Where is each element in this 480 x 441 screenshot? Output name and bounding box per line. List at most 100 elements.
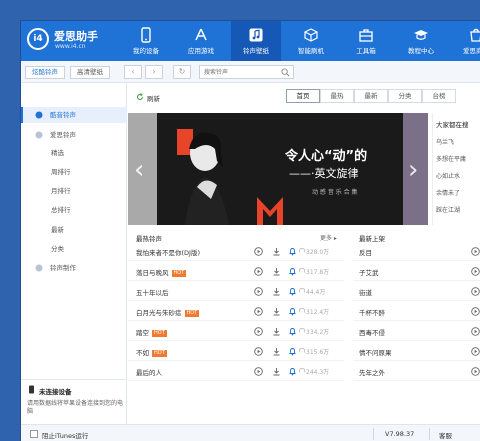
download-icon[interactable] (272, 267, 281, 276)
play-icon[interactable] (471, 267, 480, 276)
hot-ringtone-row[interactable]: 白月光与朱砂痣 HOT 312.4万 (128, 303, 344, 321)
set-ringtone-icon[interactable] (288, 327, 297, 336)
new-ringtone-row[interactable]: 街道 (353, 283, 480, 301)
download-icon[interactable] (272, 307, 281, 316)
set-ringtone-icon[interactable] (288, 247, 297, 256)
download-icon[interactable] (272, 287, 281, 296)
nav-shop[interactable]: 爱思商城 (451, 21, 480, 61)
filter-tab-newest[interactable]: 最新 (354, 89, 388, 103)
play-icon[interactable] (471, 307, 480, 316)
play-icon[interactable] (254, 287, 263, 296)
filter-tab-hottest[interactable]: 最热 (320, 89, 354, 103)
sidebar-item-featured[interactable]: 精选 (21, 145, 127, 161)
sidebar-item-weekly[interactable]: 周排行 (21, 164, 127, 180)
hot-ringtone-row[interactable]: 五十年以后 44.4万 (128, 283, 344, 301)
hot-ringtone-row[interactable]: 踏空 HOT 334.2万 (128, 323, 344, 341)
back-button[interactable]: ‹ (124, 65, 142, 79)
download-icon[interactable] (272, 327, 281, 336)
hot-search-item[interactable]: 多想在平庸 (436, 154, 466, 163)
customer-service-link[interactable]: 客服 (439, 430, 452, 440)
hot-search-item[interactable]: 余情未了 (436, 188, 460, 197)
bell-icon (35, 111, 43, 119)
hot-ringtone-row[interactable]: 我怕来者不是你(DJ版) 328.0万 (128, 243, 344, 261)
set-ringtone-icon[interactable] (288, 367, 297, 376)
block-itunes-checkbox[interactable] (30, 430, 38, 438)
sidebar-item-categories[interactable]: 分类 (21, 241, 127, 257)
tab-ringtones[interactable]: 炫酷铃声 (25, 66, 65, 79)
ringtone-name: 我怕来者不是你(DJ版) (136, 249, 200, 257)
block-itunes-label: 阻止iTunes运行 (42, 432, 89, 440)
ringtone-name: 白月光与朱砂痣 (136, 309, 182, 317)
banner-next-arrow-icon[interactable]: › (408, 155, 418, 185)
ringtone-title: 最后的人 (136, 367, 162, 377)
filter-tab-charts[interactable]: 台榜 (422, 89, 456, 103)
hot-search-item[interactable]: 踩在江湖 (436, 205, 460, 214)
sidebar-item-label: 总排行 (51, 206, 71, 214)
sidebar-item-label: 酷音铃声 (50, 111, 76, 119)
new-ringtone-row[interactable]: 千杯不醉 (353, 303, 480, 321)
nav-my-device[interactable]: 我的设备 (121, 21, 171, 61)
download-icon[interactable] (272, 367, 281, 376)
sidebar-item-i4-ringtones[interactable]: 爱思铃声 (21, 127, 127, 143)
set-ringtone-icon[interactable] (288, 287, 297, 296)
sidebar-item-ringtone-maker[interactable]: 铃声制作 (21, 260, 127, 276)
forward-button[interactable]: › (145, 65, 163, 79)
hot-ringtone-row[interactable]: 落日与晚风 HOT 317.8万 (128, 263, 344, 281)
play-icon[interactable] (254, 327, 263, 336)
nav-label: 教程中心 (408, 47, 434, 55)
play-icon[interactable] (471, 367, 480, 376)
search-icon[interactable] (281, 68, 290, 77)
nav-smart-flash[interactable]: 智能刷机 (286, 21, 336, 61)
sidebar-item-overall[interactable]: 总排行 (21, 202, 127, 218)
search-input[interactable] (200, 66, 278, 78)
play-icon[interactable] (471, 347, 480, 356)
nav-label: 工具箱 (356, 47, 376, 55)
set-ringtone-icon[interactable] (288, 267, 297, 276)
sidebar-item-kuyin[interactable]: 酷音铃声 (21, 107, 127, 123)
tab-wallpapers[interactable]: 高清壁纸 (70, 66, 110, 79)
sidebar-item-latest[interactable]: 最新 (21, 222, 127, 238)
reload-button[interactable]: ↻ (173, 65, 191, 79)
top-header: i4 爱思助手 www.i4.cn 我的设备 应用游戏 铃声壁纸 智能刷机 工具… (21, 21, 480, 61)
more-label: 更多 (320, 235, 333, 242)
new-ringtone-row[interactable]: 西毒不侵 (353, 323, 480, 341)
hot-search-item[interactable]: 乌兰飞 (436, 137, 454, 146)
hot-search-item[interactable]: 心如止水 (436, 171, 460, 180)
play-icon[interactable] (254, 347, 263, 356)
download-icon[interactable] (272, 347, 281, 356)
play-count: 315.6万 (306, 349, 330, 356)
play-icon[interactable] (471, 287, 480, 296)
refresh-button[interactable]: 刷新 (136, 93, 160, 103)
new-ringtone-row[interactable]: 子艾武 (353, 263, 480, 281)
brand-url: www.i4.cn (55, 43, 86, 50)
hot-ringtone-row[interactable]: 最后的人 244.3万 (128, 363, 344, 381)
filter-tab-home[interactable]: 首页 (286, 89, 320, 103)
new-ringtone-row[interactable]: 情不问原果 (353, 343, 480, 361)
play-icon[interactable] (254, 307, 263, 316)
banner-m-logo (257, 197, 283, 225)
play-icon[interactable] (471, 247, 480, 256)
ringtone-title: 不如 HOT (136, 347, 167, 357)
nav-apps-games[interactable]: 应用游戏 (176, 21, 226, 61)
download-icon[interactable] (272, 247, 281, 256)
play-icon[interactable] (254, 267, 263, 276)
more-link[interactable]: 更多 ▸ (320, 233, 337, 242)
ringtone-name: 情不问原果 (359, 349, 392, 357)
set-ringtone-icon[interactable] (288, 347, 297, 356)
banner-prev-arrow-icon[interactable]: ‹ (134, 155, 144, 185)
nav-toolbox[interactable]: 工具箱 (341, 21, 391, 61)
new-ringtone-row[interactable]: 先年之外 (353, 363, 480, 381)
nav-ringtones-wallpapers[interactable]: 铃声壁纸 (231, 21, 281, 61)
play-icon[interactable] (254, 247, 263, 256)
play-icon[interactable] (254, 367, 263, 376)
ringtone-name: 西毒不侵 (359, 329, 385, 337)
sidebar-item-monthly[interactable]: 月排行 (21, 183, 127, 199)
nav-tutorials[interactable]: 教程中心 (396, 21, 446, 61)
set-ringtone-icon[interactable] (288, 307, 297, 316)
promo-banner[interactable]: 令人心“动”的 ——·英文旋律 动 感 音 乐 合 集 ‹ › (128, 113, 428, 225)
filter-tab-categories[interactable]: 分类 (388, 89, 422, 103)
status-divider (429, 428, 430, 440)
hot-ringtone-row[interactable]: 不如 HOT 315.6万 (128, 343, 344, 361)
new-ringtone-row[interactable]: 反目 (353, 243, 480, 261)
play-icon[interactable] (471, 327, 480, 336)
